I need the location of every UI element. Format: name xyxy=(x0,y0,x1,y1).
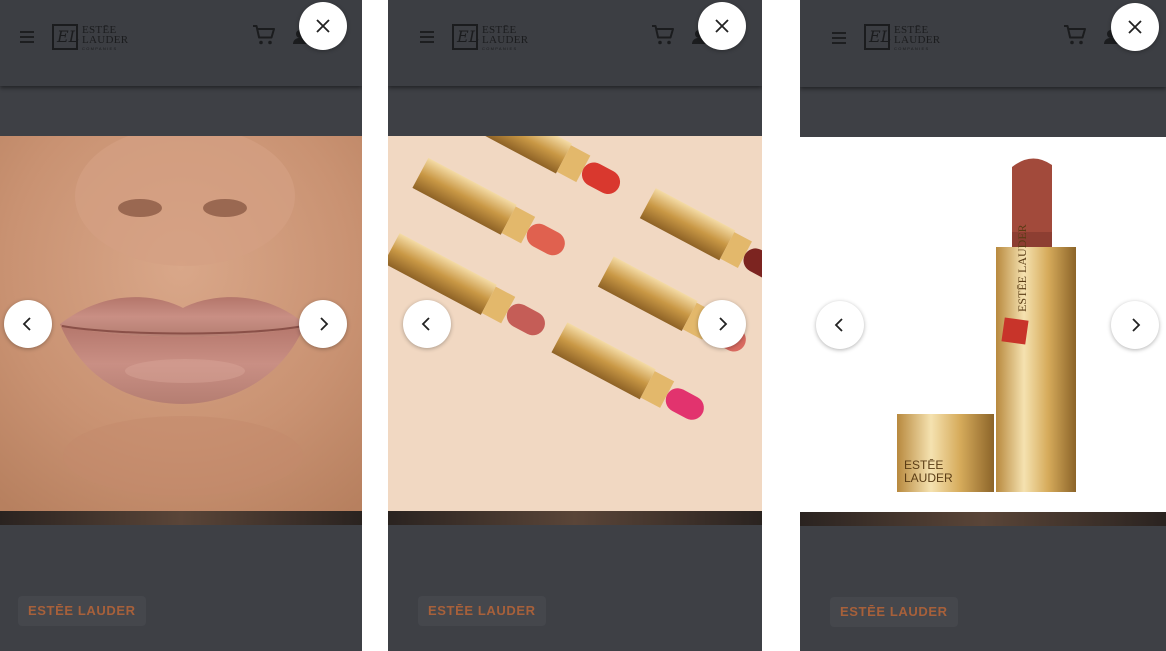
chevron-left-icon xyxy=(834,318,843,332)
hamburger-menu-icon[interactable] xyxy=(832,30,848,44)
logo-text: LAUDER xyxy=(82,34,129,46)
gallery-viewer: EL ESTĒE LAUDER COMPANIES ESTĒE LAUDER E… xyxy=(0,0,1166,651)
logo-text: COMPANIES xyxy=(82,46,118,51)
hamburger-menu-icon[interactable] xyxy=(420,29,436,43)
logo-text: LAUDER xyxy=(482,34,529,46)
shopping-cart-icon[interactable] xyxy=(1063,24,1087,46)
brand-logo[interactable]: EL ESTĒE LAUDER COMPANIES xyxy=(864,24,946,54)
brand-tag[interactable]: ESTĒE LAUDER xyxy=(18,596,146,626)
hamburger-menu-icon[interactable] xyxy=(20,29,36,43)
lipstick-tube-text: ESTĒE LAUDER xyxy=(1015,224,1029,312)
next-image-button[interactable] xyxy=(1111,301,1159,349)
close-button[interactable] xyxy=(698,2,746,50)
logo-text: COMPANIES xyxy=(482,46,518,51)
lipstick-cap-text-2: LAUDER xyxy=(904,471,953,485)
chevron-left-icon xyxy=(421,317,430,331)
close-button[interactable] xyxy=(1111,3,1159,51)
image-footer-bar xyxy=(800,512,1166,526)
shopping-cart-icon[interactable] xyxy=(252,24,276,46)
previous-image-button[interactable] xyxy=(4,300,52,348)
brand-monogram: EL xyxy=(452,24,479,50)
previous-image-button[interactable] xyxy=(816,301,864,349)
close-button[interactable] xyxy=(299,2,347,50)
close-icon xyxy=(316,19,330,33)
logo-text: COMPANIES xyxy=(894,46,930,51)
chevron-right-icon xyxy=(719,317,728,331)
brand-monogram: EL xyxy=(52,24,79,50)
image-footer-bar xyxy=(388,511,762,525)
image-footer-bar xyxy=(0,511,362,525)
brand-logo[interactable]: EL ESTĒE LAUDER COMPANIES xyxy=(452,24,534,54)
lipstick-cap-text-1: ESTĒE xyxy=(904,458,943,472)
close-icon xyxy=(1128,20,1142,34)
next-image-button[interactable] xyxy=(698,300,746,348)
next-image-button[interactable] xyxy=(299,300,347,348)
site-header: EL ESTĒE LAUDER COMPANIES xyxy=(800,0,1166,87)
previous-image-button[interactable] xyxy=(403,300,451,348)
shopping-cart-icon[interactable] xyxy=(651,24,675,46)
chevron-left-icon xyxy=(22,317,31,331)
close-icon xyxy=(715,19,729,33)
brand-tag[interactable]: ESTĒE LAUDER xyxy=(418,596,546,626)
brand-monogram: EL xyxy=(864,24,891,50)
logo-text: LAUDER xyxy=(894,34,941,46)
brand-tag[interactable]: ESTĒE LAUDER xyxy=(830,597,958,627)
chevron-right-icon xyxy=(320,317,329,331)
brand-logo[interactable]: EL ESTĒE LAUDER COMPANIES xyxy=(52,24,134,54)
chevron-right-icon xyxy=(1132,318,1141,332)
